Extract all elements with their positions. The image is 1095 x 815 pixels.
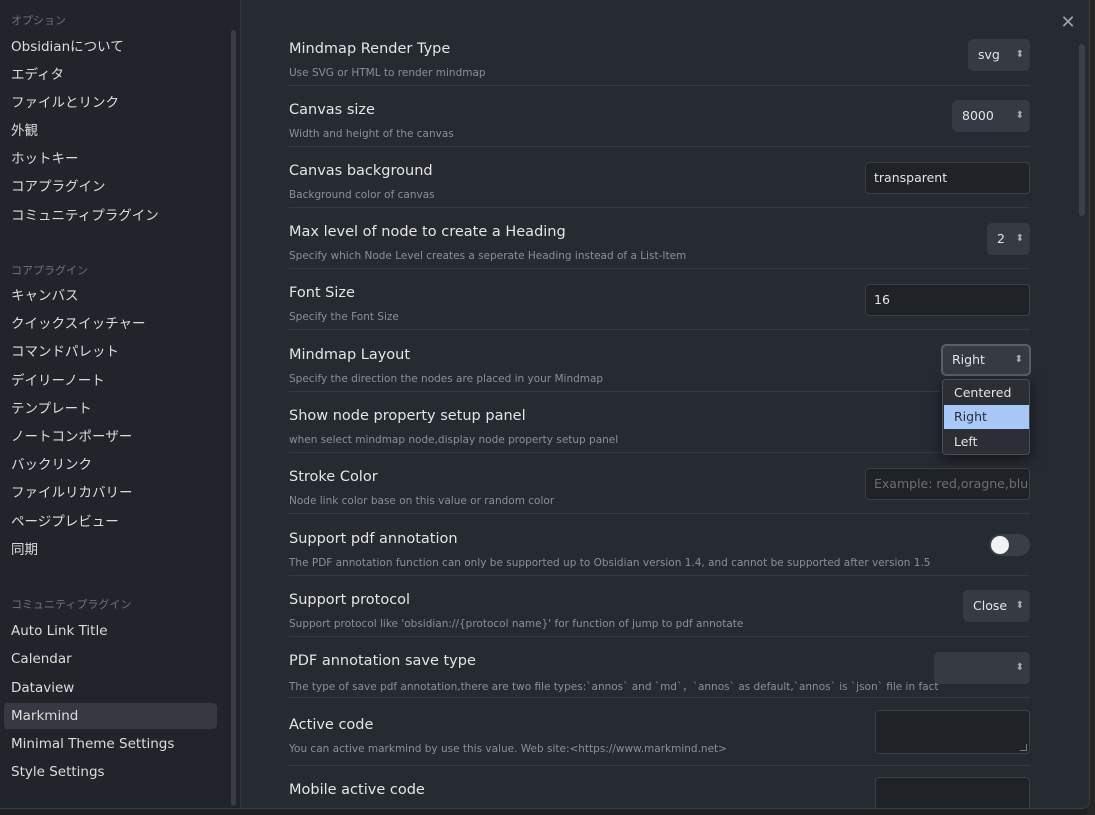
sidebar-item-daily-notes[interactable]: デイリーノート (4, 368, 217, 394)
mobile-active-code-textarea[interactable] (875, 777, 1030, 808)
settings-modal: オプション Obsidianについて エディタ ファイルとリンク 外観 ホットキ… (0, 0, 1090, 809)
sidebar-item-file-recovery[interactable]: ファイルリカバリー (4, 480, 217, 506)
content-scrollbar[interactable] (1079, 44, 1085, 216)
sidebar-item-minimal-theme-settings[interactable]: Minimal Theme Settings (4, 731, 217, 757)
chevron-up-down-icon: ⬍ (1015, 600, 1024, 611)
mindmap-layout-select[interactable]: Right ⬍ (941, 344, 1031, 376)
sidebar-item-editor[interactable]: エディタ (4, 62, 217, 88)
sidebar-heading-options: オプション (11, 14, 66, 27)
setting-name: Font Size (289, 285, 355, 301)
setting-name: Support protocol (289, 592, 411, 608)
settings-sidebar: オプション Obsidianについて エディタ ファイルとリンク 外観 ホットキ… (0, 0, 241, 808)
setting-description: when select mindmap node,display node pr… (289, 434, 619, 446)
canvas-background-input[interactable]: transparent (865, 162, 1030, 194)
setting-pdf-save-type: PDF annotation save type The type of sav… (289, 637, 1030, 698)
setting-node-property-panel: Show node property setup panel when sele… (289, 392, 1030, 453)
setting-mindmap-layout: Mindmap Layout Specify the direction the… (289, 331, 1031, 392)
setting-stroke-color: Stroke Color Node link color base on thi… (289, 453, 1030, 514)
setting-canvas-background: Canvas background Background color of ca… (289, 147, 1030, 208)
sidebar-item-command-palette[interactable]: コマンドパレット (4, 339, 217, 365)
select-value: Close (973, 598, 1008, 613)
sidebar-item-backlinks[interactable]: バックリンク (4, 452, 217, 478)
setting-max-heading-level: Max level of node to create a Heading Sp… (289, 208, 1030, 269)
setting-name: Support pdf annotation (289, 531, 458, 547)
sidebar-heading-community-plugins: コミュニティプラグイン (11, 598, 132, 611)
setting-mindmap-render-type: Mindmap Render Type Use SVG or HTML to r… (289, 25, 1030, 86)
chevron-up-down-icon: ⬍ (1015, 49, 1024, 60)
pdf-save-type-select[interactable]: ⬍ (934, 652, 1030, 684)
setting-description: You can active markmind by use this valu… (289, 743, 727, 755)
select-value: 8000 (962, 108, 994, 123)
select-value: svg (978, 47, 1000, 62)
layout-option-right[interactable]: Right (944, 405, 1029, 429)
select-value: Right (952, 352, 985, 367)
setting-name: Mindmap Render Type (289, 41, 451, 57)
setting-description: Node link color base on this value or ra… (289, 495, 555, 507)
setting-name: Show node property setup panel (289, 408, 526, 424)
sidebar-scrollbar[interactable] (231, 30, 236, 806)
setting-name: Max level of node to create a Heading (289, 224, 566, 240)
stroke-color-input[interactable]: Example: red,oragne,blue (865, 468, 1030, 500)
sidebar-item-auto-link-title[interactable]: Auto Link Title (4, 618, 217, 644)
chevron-up-down-icon: ⬍ (1015, 110, 1024, 121)
sidebar-item-dataview[interactable]: Dataview (4, 675, 217, 701)
pdf-annotation-toggle[interactable] (989, 534, 1030, 556)
chevron-up-down-icon: ⬍ (1014, 354, 1023, 365)
sidebar-item-quick-switcher[interactable]: クイックスイッチャー (4, 311, 217, 337)
setting-name: Mobile active code (289, 782, 425, 798)
setting-name: Stroke Color (289, 469, 378, 485)
select-value: 2 (997, 231, 1005, 246)
close-icon[interactable]: ✕ (1057, 12, 1079, 34)
setting-name: Mindmap Layout (289, 347, 411, 363)
sidebar-heading-core-plugins: コアプラグイン (11, 264, 88, 277)
sidebar-item-about-obsidian[interactable]: Obsidianについて (4, 34, 217, 60)
setting-name: Canvas background (289, 163, 433, 179)
sidebar-item-style-settings[interactable]: Style Settings (4, 759, 217, 785)
sidebar-item-markmind[interactable]: Markmind (4, 703, 217, 729)
mindmap-layout-dropdown: Centered Right Left (942, 379, 1030, 455)
setting-pdf-annotation: Support pdf annotation The PDF annotatio… (289, 515, 1030, 576)
sidebar-item-page-preview[interactable]: ページプレビュー (4, 509, 217, 535)
setting-support-protocol: Support protocol Support protocol like '… (289, 576, 1030, 637)
sidebar-item-community-plugins[interactable]: コミュニティプラグイン (4, 203, 217, 229)
setting-description: Specify the direction the nodes are plac… (289, 373, 604, 385)
setting-canvas-size: Canvas size Width and height of the canv… (289, 86, 1030, 147)
render-type-select[interactable]: svg ⬍ (968, 39, 1030, 71)
resize-grip-icon[interactable] (1020, 744, 1027, 751)
toggle-knob (991, 536, 1009, 554)
sidebar-item-calendar[interactable]: Calendar (4, 646, 217, 672)
support-protocol-select[interactable]: Close ⬍ (963, 590, 1030, 622)
setting-mobile-active-code: Mobile active code (289, 767, 1030, 808)
layout-option-left[interactable]: Left (944, 430, 1029, 454)
chevron-up-down-icon: ⬍ (1015, 662, 1024, 673)
sidebar-item-files-links[interactable]: ファイルとリンク (4, 90, 217, 116)
font-size-input[interactable]: 16 (865, 284, 1030, 316)
setting-description: Background color of canvas (289, 189, 435, 201)
setting-name: PDF annotation save type (289, 653, 476, 669)
setting-description: Specify the Font Size (289, 311, 399, 323)
setting-name: Active code (289, 717, 374, 733)
setting-description: Support protocol like 'obsidian://{proto… (289, 618, 744, 630)
sidebar-item-sync[interactable]: 同期 (4, 537, 217, 563)
chevron-up-down-icon: ⬍ (1015, 233, 1024, 244)
canvas-size-select[interactable]: 8000 ⬍ (952, 100, 1030, 132)
setting-description: The type of save pdf annotation,there ar… (289, 681, 939, 693)
setting-font-size: Font Size Specify the Font Size 16 (289, 269, 1030, 330)
sidebar-item-appearance[interactable]: 外観 (4, 118, 217, 144)
sidebar-item-note-composer[interactable]: ノートコンポーザー (4, 424, 217, 450)
layout-option-centered[interactable]: Centered (944, 381, 1029, 405)
sidebar-item-templates[interactable]: テンプレート (4, 396, 217, 422)
setting-description: Specify which Node Level creates a seper… (289, 250, 687, 262)
setting-description: Use SVG or HTML to render mindmap (289, 67, 486, 79)
max-heading-level-select[interactable]: 2 ⬍ (987, 223, 1030, 255)
settings-content: ✕ Mindmap Render Type Use SVG or HTML to… (242, 0, 1089, 808)
setting-description: Width and height of the canvas (289, 128, 454, 140)
sidebar-item-canvas[interactable]: キャンバス (4, 283, 217, 309)
sidebar-item-hotkeys[interactable]: ホットキー (4, 146, 217, 172)
setting-name: Canvas size (289, 102, 375, 118)
sidebar-item-core-plugins[interactable]: コアプラグイン (4, 174, 217, 200)
setting-description: The PDF annotation function can only be … (289, 557, 931, 569)
setting-active-code: Active code You can active markmind by u… (289, 701, 1030, 766)
active-code-textarea[interactable] (875, 710, 1030, 754)
